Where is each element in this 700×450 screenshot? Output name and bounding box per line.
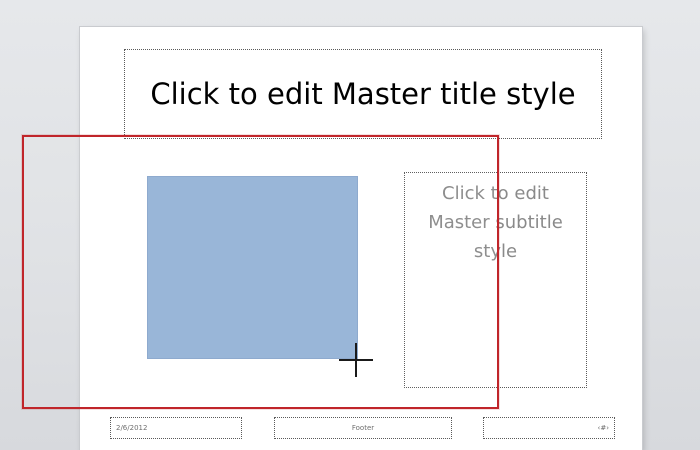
footer-number-placeholder[interactable]: ‹#› [483, 417, 615, 439]
selection-rectangle[interactable] [22, 135, 499, 409]
footer-text-placeholder[interactable]: Footer [274, 417, 452, 439]
footer-date-placeholder[interactable]: 2/6/2012 [110, 417, 242, 439]
footer-center-text: Footer [351, 424, 375, 432]
footer-date-text: 2/6/2012 [116, 424, 148, 432]
crosshair-icon [337, 341, 375, 379]
title-text: Click to edit Master title style [150, 77, 576, 111]
footer-number-text: ‹#› [597, 424, 609, 432]
title-placeholder[interactable]: Click to edit Master title style [124, 49, 602, 139]
